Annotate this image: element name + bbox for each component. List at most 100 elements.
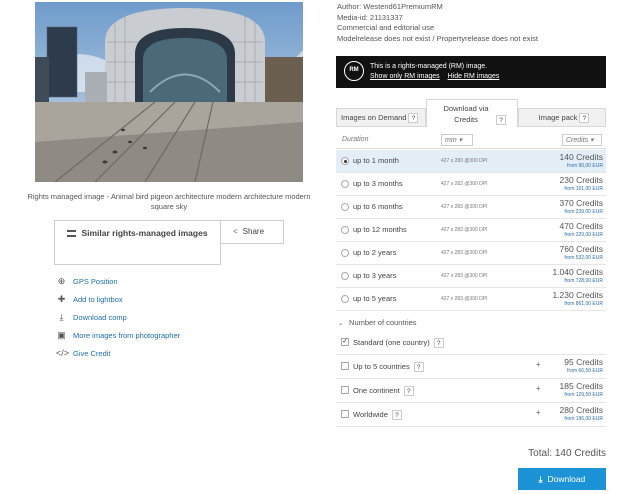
credits-price: 470 Credits: [559, 221, 603, 231]
countries-heading[interactable]: ⌄ Number of countries: [338, 318, 417, 327]
help-icon[interactable]: ?: [403, 386, 414, 396]
link-label: Add to lightbox: [73, 294, 123, 304]
duration-label: up to 3 years: [353, 271, 397, 280]
code-icon: </>: [56, 348, 70, 358]
radio-button[interactable]: [341, 180, 349, 188]
credits-price: 95 Credits: [564, 357, 603, 367]
help-icon[interactable]: ?: [408, 113, 419, 123]
tab-download-via-credits[interactable]: Download via Credits?: [426, 99, 518, 127]
eur-price: from 861,00 EUR: [564, 301, 603, 307]
credits-price: 760 Credits: [559, 244, 603, 254]
eur-price: from 129,50 EUR: [564, 392, 603, 398]
eur-price: from 329,00 EUR: [564, 232, 603, 238]
image-size: 427 x 283 @300 DPI: [441, 273, 488, 279]
download-icon: ⤓: [538, 474, 543, 484]
credits-price: 370 Credits: [559, 198, 603, 208]
plus-sign: +: [536, 408, 541, 417]
radio-button[interactable]: [341, 272, 349, 280]
image-metadata: Author: Westend61PremiumRM Media-id: 211…: [337, 2, 538, 44]
show-only-rm-link[interactable]: Show only RM images: [370, 73, 440, 80]
duration-option[interactable]: up to 6 months 427 x 283 @300 DPI 370 Cred…: [336, 196, 606, 219]
total-credits: Total: 140 Credits: [528, 448, 606, 459]
gps-position-link[interactable]: ⊕ GPS Position: [56, 272, 180, 290]
unit-select[interactable]: mm ▾: [441, 134, 473, 146]
radio-button[interactable]: [341, 249, 349, 257]
download-button[interactable]: ⤓ Download: [518, 468, 606, 490]
share-label: Share: [242, 227, 265, 236]
duration-option[interactable]: up to 3 months 427 x 283 @300 DPI 230 Cred…: [336, 173, 606, 196]
image-size: 427 x 283 @300 DPI: [441, 296, 488, 302]
credits-price: 280 Credits: [559, 405, 603, 415]
help-icon[interactable]: ?: [413, 362, 424, 372]
eur-price: from 90,00 EUR: [567, 163, 603, 169]
list-icon: [67, 230, 77, 237]
tab-images-on-demand[interactable]: Images on Demand?: [336, 108, 426, 127]
eur-price: from 66,50 EUR: [567, 368, 603, 374]
similar-images-button[interactable]: Similar rights-managed images: [54, 220, 221, 265]
add-to-lightbox-link[interactable]: ✚ Add to lightbox: [56, 290, 180, 308]
country-label-text: Up to 5 countries: [353, 362, 410, 371]
radio-button[interactable]: [341, 295, 349, 303]
gallery-icon: ▣: [57, 329, 66, 340]
duration-option[interactable]: up to 12 months 427 x 283 @300 DPI 470 Cre…: [336, 219, 606, 242]
plus-sign: +: [536, 384, 541, 393]
download-icon: ⤓: [59, 311, 64, 322]
share-button[interactable]: < Share: [221, 220, 284, 244]
eur-price: from 196,00 EUR: [564, 416, 603, 422]
credits-price: 1.040 Credits: [552, 267, 603, 277]
country-label: Worldwide?: [353, 410, 402, 420]
checkbox[interactable]: ✓: [341, 338, 349, 346]
image-caption: Rights managed image - Animal bird pigeo…: [27, 192, 311, 211]
duration-option[interactable]: up to 5 years 427 x 283 @300 DPI 1.230 Cre…: [336, 288, 606, 311]
duration-option[interactable]: up to 1 month 427 x 283 @300 DPI 140 Credi…: [336, 150, 606, 173]
duration-label: up to 1 month: [353, 156, 399, 165]
radio-button[interactable]: [341, 157, 349, 165]
countries-heading-label: Number of countries: [349, 318, 417, 327]
country-option[interactable]: Worldwide? +280 Credits from 196,00 EUR: [336, 403, 606, 427]
tab-label: Image pack: [538, 113, 578, 122]
duration-label: up to 6 months: [353, 202, 403, 211]
checkbox[interactable]: [341, 386, 349, 394]
pricing-column-header: Duration mm ▾ Credits ▾: [336, 133, 606, 149]
duration-option[interactable]: up to 2 years 427 x 283 @300 DPI 760 Credi…: [336, 242, 606, 265]
link-label: GPS Position: [73, 276, 118, 286]
checkbox[interactable]: [341, 362, 349, 370]
download-comp-link[interactable]: ⤓ Download comp: [56, 308, 180, 326]
country-option[interactable]: ✓ Standard (one country)?: [336, 331, 606, 355]
currency-select[interactable]: Credits ▾: [562, 134, 602, 146]
tab-label: Images on Demand: [341, 113, 407, 122]
radio-button[interactable]: [341, 203, 349, 211]
help-icon[interactable]: ?: [433, 338, 444, 348]
tab-image-pack[interactable]: Image pack?: [518, 108, 606, 127]
pricing-tabs: Images on Demand? Download via Credits? …: [336, 99, 606, 127]
chevron-down-icon: ⌄: [338, 321, 344, 327]
country-label-text: Worldwide: [353, 410, 388, 419]
more-images-link[interactable]: ▣ More images from photographer: [56, 326, 180, 344]
country-label: One continent?: [353, 386, 414, 396]
stock-photo[interactable]: [35, 2, 303, 182]
country-label-text: Standard (one country): [353, 338, 430, 347]
credits-price: 230 Credits: [559, 175, 603, 185]
give-credit-link[interactable]: </> Give Credit: [56, 344, 180, 362]
image-size: 427 x 283 @300 DPI: [441, 181, 488, 187]
image-size: 427 x 283 @300 DPI: [441, 158, 488, 164]
image-size: 427 x 283 @300 DPI: [441, 227, 488, 233]
help-icon[interactable]: ?: [579, 113, 590, 123]
country-option[interactable]: Up to 5 countries? +95 Credits from 66,50 …: [336, 355, 606, 379]
duration-option[interactable]: up to 3 years 427 x 283 @300 DPI 1.040 Cre…: [336, 265, 606, 288]
radio-button[interactable]: [341, 226, 349, 234]
help-icon[interactable]: ?: [496, 115, 506, 125]
author-text: Author: Westend61PremiumRM: [337, 2, 443, 11]
country-label: Up to 5 countries?: [353, 362, 424, 372]
download-label: Download: [547, 474, 586, 484]
checkbox[interactable]: [341, 410, 349, 418]
duration-label: up to 2 years: [353, 248, 397, 257]
release-text: Modelrelease does not exist / Propertyre…: [337, 33, 538, 43]
country-option[interactable]: One continent? +185 Credits from 129,50 EU…: [336, 379, 606, 403]
eur-price: from 532,00 EUR: [564, 255, 603, 261]
credits-price: 185 Credits: [559, 381, 603, 391]
duration-heading: Duration: [342, 136, 369, 143]
eur-price: from 239,00 EUR: [564, 209, 603, 215]
hide-rm-link[interactable]: Hide RM images: [448, 73, 500, 80]
help-icon[interactable]: ?: [391, 410, 402, 420]
